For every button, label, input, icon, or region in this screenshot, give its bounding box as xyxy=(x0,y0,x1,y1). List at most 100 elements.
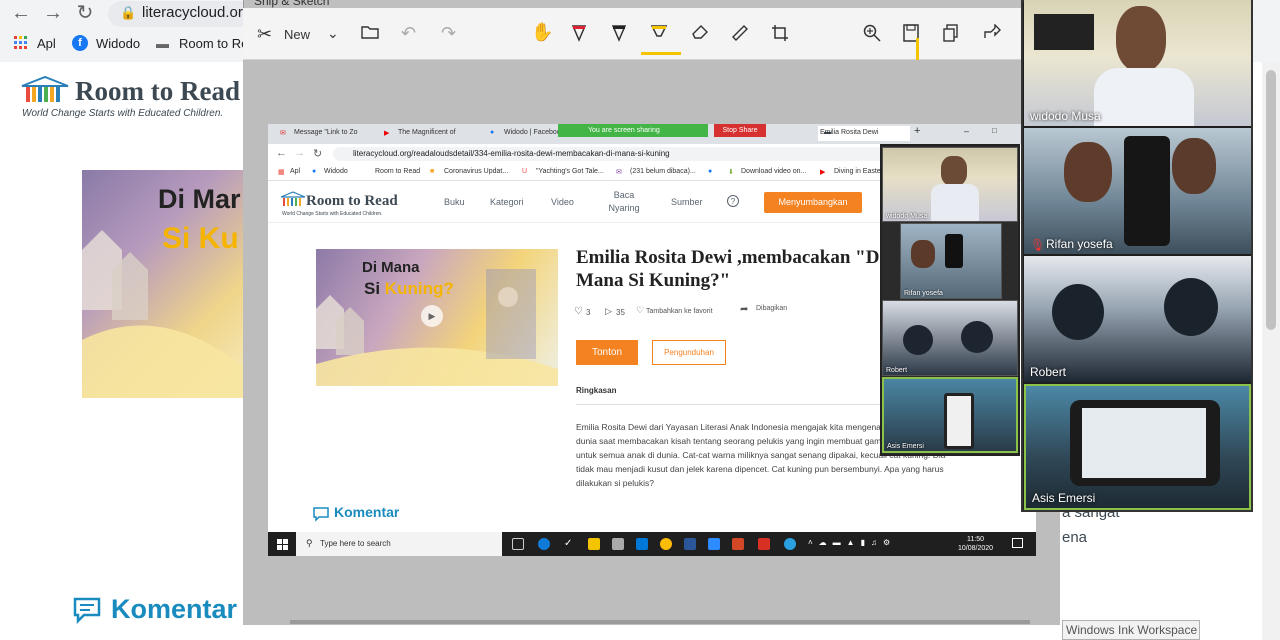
reload-icon[interactable]: ↻ xyxy=(74,2,96,24)
powerpoint-icon[interactable] xyxy=(732,538,744,550)
app-icon-1[interactable] xyxy=(612,538,624,550)
forward-arrow-icon[interactable]: → xyxy=(42,2,64,24)
zoom-app-icon[interactable] xyxy=(708,538,720,550)
inner-bookmark-5[interactable]: "Yachting's Got Tale... xyxy=(536,168,604,175)
download-button[interactable]: Pengunduhan xyxy=(652,340,726,365)
inner-logo-tagline: World Change Starts with Educated Childr… xyxy=(282,211,383,217)
inner-bookmark-8[interactable]: Diving in Easte xyxy=(834,168,881,175)
notification-icon[interactable] xyxy=(1012,538,1023,548)
zoom-tile-robert[interactable]: Robert xyxy=(1024,256,1251,382)
inner-bookmark-1[interactable]: Apl xyxy=(290,168,300,175)
task-view-icon[interactable] xyxy=(512,538,524,550)
pencil-icon[interactable] xyxy=(611,24,627,49)
nav-kategori[interactable]: Kategori xyxy=(490,197,524,207)
shared-label[interactable]: Dibagikan xyxy=(756,305,787,312)
ballpoint-pen-icon[interactable] xyxy=(571,24,587,49)
maximize-icon[interactable]: □ xyxy=(992,126,997,135)
inner-zoom-tile-2: Rifan yosefa xyxy=(900,223,1002,299)
inner-book-cover[interactable]: Di Mana Si Kuning? ▶ xyxy=(316,249,558,386)
like-count: 3 xyxy=(586,308,591,317)
word-icon[interactable] xyxy=(684,538,696,550)
heart-icon[interactable]: ♡ xyxy=(574,306,583,317)
back-arrow-icon[interactable]: ← xyxy=(10,2,32,24)
inner-forward-icon[interactable]: → xyxy=(294,147,305,159)
new-button[interactable]: New xyxy=(284,27,310,42)
eraser-icon[interactable] xyxy=(691,24,709,45)
apps-grid-icon[interactable] xyxy=(14,36,28,53)
system-tray-icons[interactable]: ˄☁▬▲▮♫⚙ xyxy=(808,538,896,547)
room-to-read-logo-icon xyxy=(20,75,70,109)
inner-bookmark-7[interactable]: Download video on... xyxy=(741,168,806,175)
donate-button[interactable]: Menyumbangkan xyxy=(764,192,862,213)
bookmark-apl[interactable]: Apl xyxy=(37,36,56,51)
share-arrow-icon[interactable]: ➦ xyxy=(740,304,748,315)
watch-button[interactable]: Tonton xyxy=(576,340,638,365)
taskbar-search[interactable]: Type here to search xyxy=(296,532,502,556)
chevron-down-icon[interactable]: ⌄ xyxy=(327,25,339,42)
pdf-icon[interactable] xyxy=(758,538,770,550)
help-app-icon[interactable] xyxy=(784,538,796,550)
inner-fb-icon: ● xyxy=(312,168,317,175)
stop-share-button[interactable]: Stop Share xyxy=(714,124,766,137)
favorite-heart-icon[interactable]: ♡ xyxy=(636,305,644,316)
new-tab-icon[interactable]: + xyxy=(914,125,920,137)
scrollbar-thumb[interactable] xyxy=(1266,70,1276,330)
nav-baca-nyaring[interactable]: Baca Nyaring xyxy=(606,189,642,215)
person-silhouette-icon xyxy=(1172,138,1216,194)
copy-icon[interactable] xyxy=(943,24,959,47)
mail-icon[interactable] xyxy=(636,538,648,550)
inner-reload-icon[interactable]: ↻ xyxy=(313,147,322,160)
facebook-icon: f xyxy=(72,35,88,51)
nav-sumber[interactable]: Sumber xyxy=(671,197,703,207)
touch-writing-icon[interactable]: ✋ xyxy=(531,22,553,43)
edge-icon[interactable] xyxy=(538,538,550,550)
snip-horizontal-scrollbar[interactable] xyxy=(290,620,1030,624)
nav-buku[interactable]: Buku xyxy=(444,197,465,207)
inner-bookmark-2[interactable]: Widodo xyxy=(324,168,348,175)
windows-start-icon[interactable] xyxy=(277,538,289,556)
book-title-line2: Si Ku xyxy=(162,222,239,255)
book-title-line1: Di Mar xyxy=(158,184,241,214)
crop-icon[interactable] xyxy=(771,24,789,47)
inner-tab-2[interactable]: The Magnificent of xyxy=(398,129,456,136)
inner-tab-3[interactable]: Widodo | Faceboo xyxy=(504,129,561,136)
new-snip-icon[interactable]: ✂ xyxy=(257,24,272,45)
video-title: Emilia Rosita Dewi ,membacakan "Di Mana … xyxy=(576,247,885,291)
bookmark-widodo[interactable]: Widodo xyxy=(96,36,140,51)
inner-tab-4[interactable]: Emilia Rosita Dewi xyxy=(820,129,878,136)
ruler-icon[interactable] xyxy=(731,24,749,47)
screen-sharing-banner: You are screen sharing xyxy=(558,124,708,137)
inner-apps-icon[interactable]: ▦ xyxy=(278,168,285,176)
play-icon[interactable]: ▶ xyxy=(421,305,443,327)
inner-corona-icon: ■ xyxy=(430,168,435,175)
chrome-icon[interactable] xyxy=(660,538,672,550)
highlighter-icon[interactable] xyxy=(649,24,669,49)
undo-icon[interactable]: ↶ xyxy=(401,23,416,44)
inner-url-field[interactable]: literacycloud.org/readaloudsdetail/334-e… xyxy=(333,147,933,161)
person-silhouette-icon xyxy=(911,240,935,268)
file-explorer-icon[interactable] xyxy=(588,538,600,550)
inner-yachting-icon: U xyxy=(522,168,528,175)
help-icon[interactable]: ? xyxy=(727,195,739,207)
inner-bookmark-4[interactable]: Coronavirus Updat... xyxy=(444,168,508,175)
share-icon[interactable] xyxy=(983,23,1001,45)
winamp-icon[interactable]: ✓ xyxy=(564,538,576,550)
inner-back-icon[interactable]: ← xyxy=(276,147,287,159)
zoom-tile-rifan[interactable]: 🎙 Rifan yosefa xyxy=(1024,128,1251,254)
inner-tab-1[interactable]: Message "Link to Zo xyxy=(294,129,358,136)
zoom-tile-widodo[interactable]: widodo Musa xyxy=(1024,0,1251,126)
minimize-icon[interactable]: – xyxy=(964,126,969,136)
add-favorite-link[interactable]: Tambahkan ke favorit xyxy=(646,308,713,315)
zoom-in-icon[interactable] xyxy=(863,24,881,47)
inner-fb2-icon: ● xyxy=(708,168,713,175)
taskbar-clock[interactable]: 11:50 10/08/2020 xyxy=(958,535,993,553)
inner-bookmark-3[interactable]: Room to Read xyxy=(375,168,420,175)
comment-icon xyxy=(72,596,102,629)
address-bar[interactable]: 🔒 literacycloud.org xyxy=(108,1,258,27)
redo-icon[interactable]: ↷ xyxy=(441,23,456,44)
participant-name-1: widodo Musa xyxy=(1030,109,1101,123)
zoom-tile-asis[interactable]: Asis Emersi xyxy=(1024,384,1251,510)
inner-bookmark-6[interactable]: (231 belum dibaca)... xyxy=(630,168,696,175)
nav-video[interactable]: Video xyxy=(551,197,574,207)
open-folder-icon[interactable] xyxy=(361,25,379,44)
